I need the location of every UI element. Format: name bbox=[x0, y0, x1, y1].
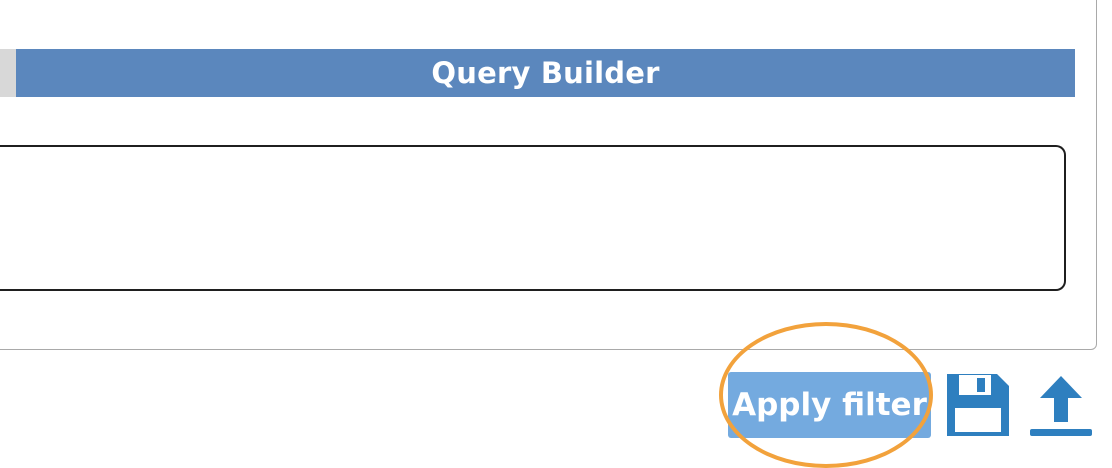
query-editor[interactable] bbox=[0, 145, 1066, 291]
query-builder-view: Query Builder Apply filter bbox=[0, 0, 1112, 468]
upload-icon bbox=[1030, 376, 1092, 436]
panel-edge-tab bbox=[0, 49, 16, 97]
save-icon bbox=[947, 374, 1009, 436]
save-button[interactable] bbox=[945, 372, 1011, 438]
upload-button[interactable] bbox=[1028, 372, 1094, 438]
query-builder-header: Query Builder bbox=[16, 49, 1075, 97]
page-title: Query Builder bbox=[431, 56, 660, 90]
apply-filter-button[interactable]: Apply filter bbox=[728, 372, 931, 438]
